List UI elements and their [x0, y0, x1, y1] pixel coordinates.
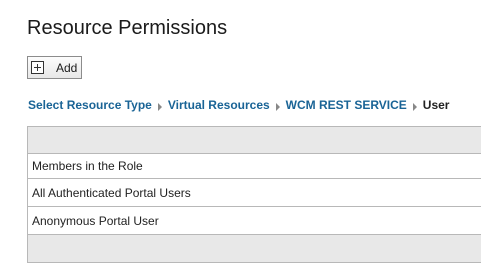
table-footer-bar	[28, 235, 481, 263]
column-header-members: Members in the Role	[28, 154, 481, 179]
role-members-table: Members in the Role All Authenticated Po…	[27, 126, 481, 263]
table-row[interactable]: Anonymous Portal User	[28, 207, 481, 235]
chevron-right-icon	[412, 102, 417, 111]
breadcrumb-link-virtual-resources[interactable]: Virtual Resources	[168, 98, 270, 112]
page-title: Resource Permissions	[27, 17, 228, 39]
table-row[interactable]: All Authenticated Portal Users	[28, 179, 481, 207]
add-button-label: Add	[56, 60, 78, 75]
table-toolbar-bar	[28, 127, 481, 154]
breadcrumb-link-wcm-rest-service[interactable]: WCM REST SERVICE	[286, 98, 407, 112]
chevron-right-icon	[157, 102, 162, 111]
add-button[interactable]: Add	[27, 56, 82, 79]
breadcrumb-current: User	[422, 98, 450, 112]
plus-box-icon	[31, 61, 44, 74]
breadcrumb: Select Resource Type Virtual Resources W…	[28, 98, 449, 112]
breadcrumb-link-select-resource-type[interactable]: Select Resource Type	[28, 98, 152, 112]
chevron-right-icon	[275, 102, 280, 111]
